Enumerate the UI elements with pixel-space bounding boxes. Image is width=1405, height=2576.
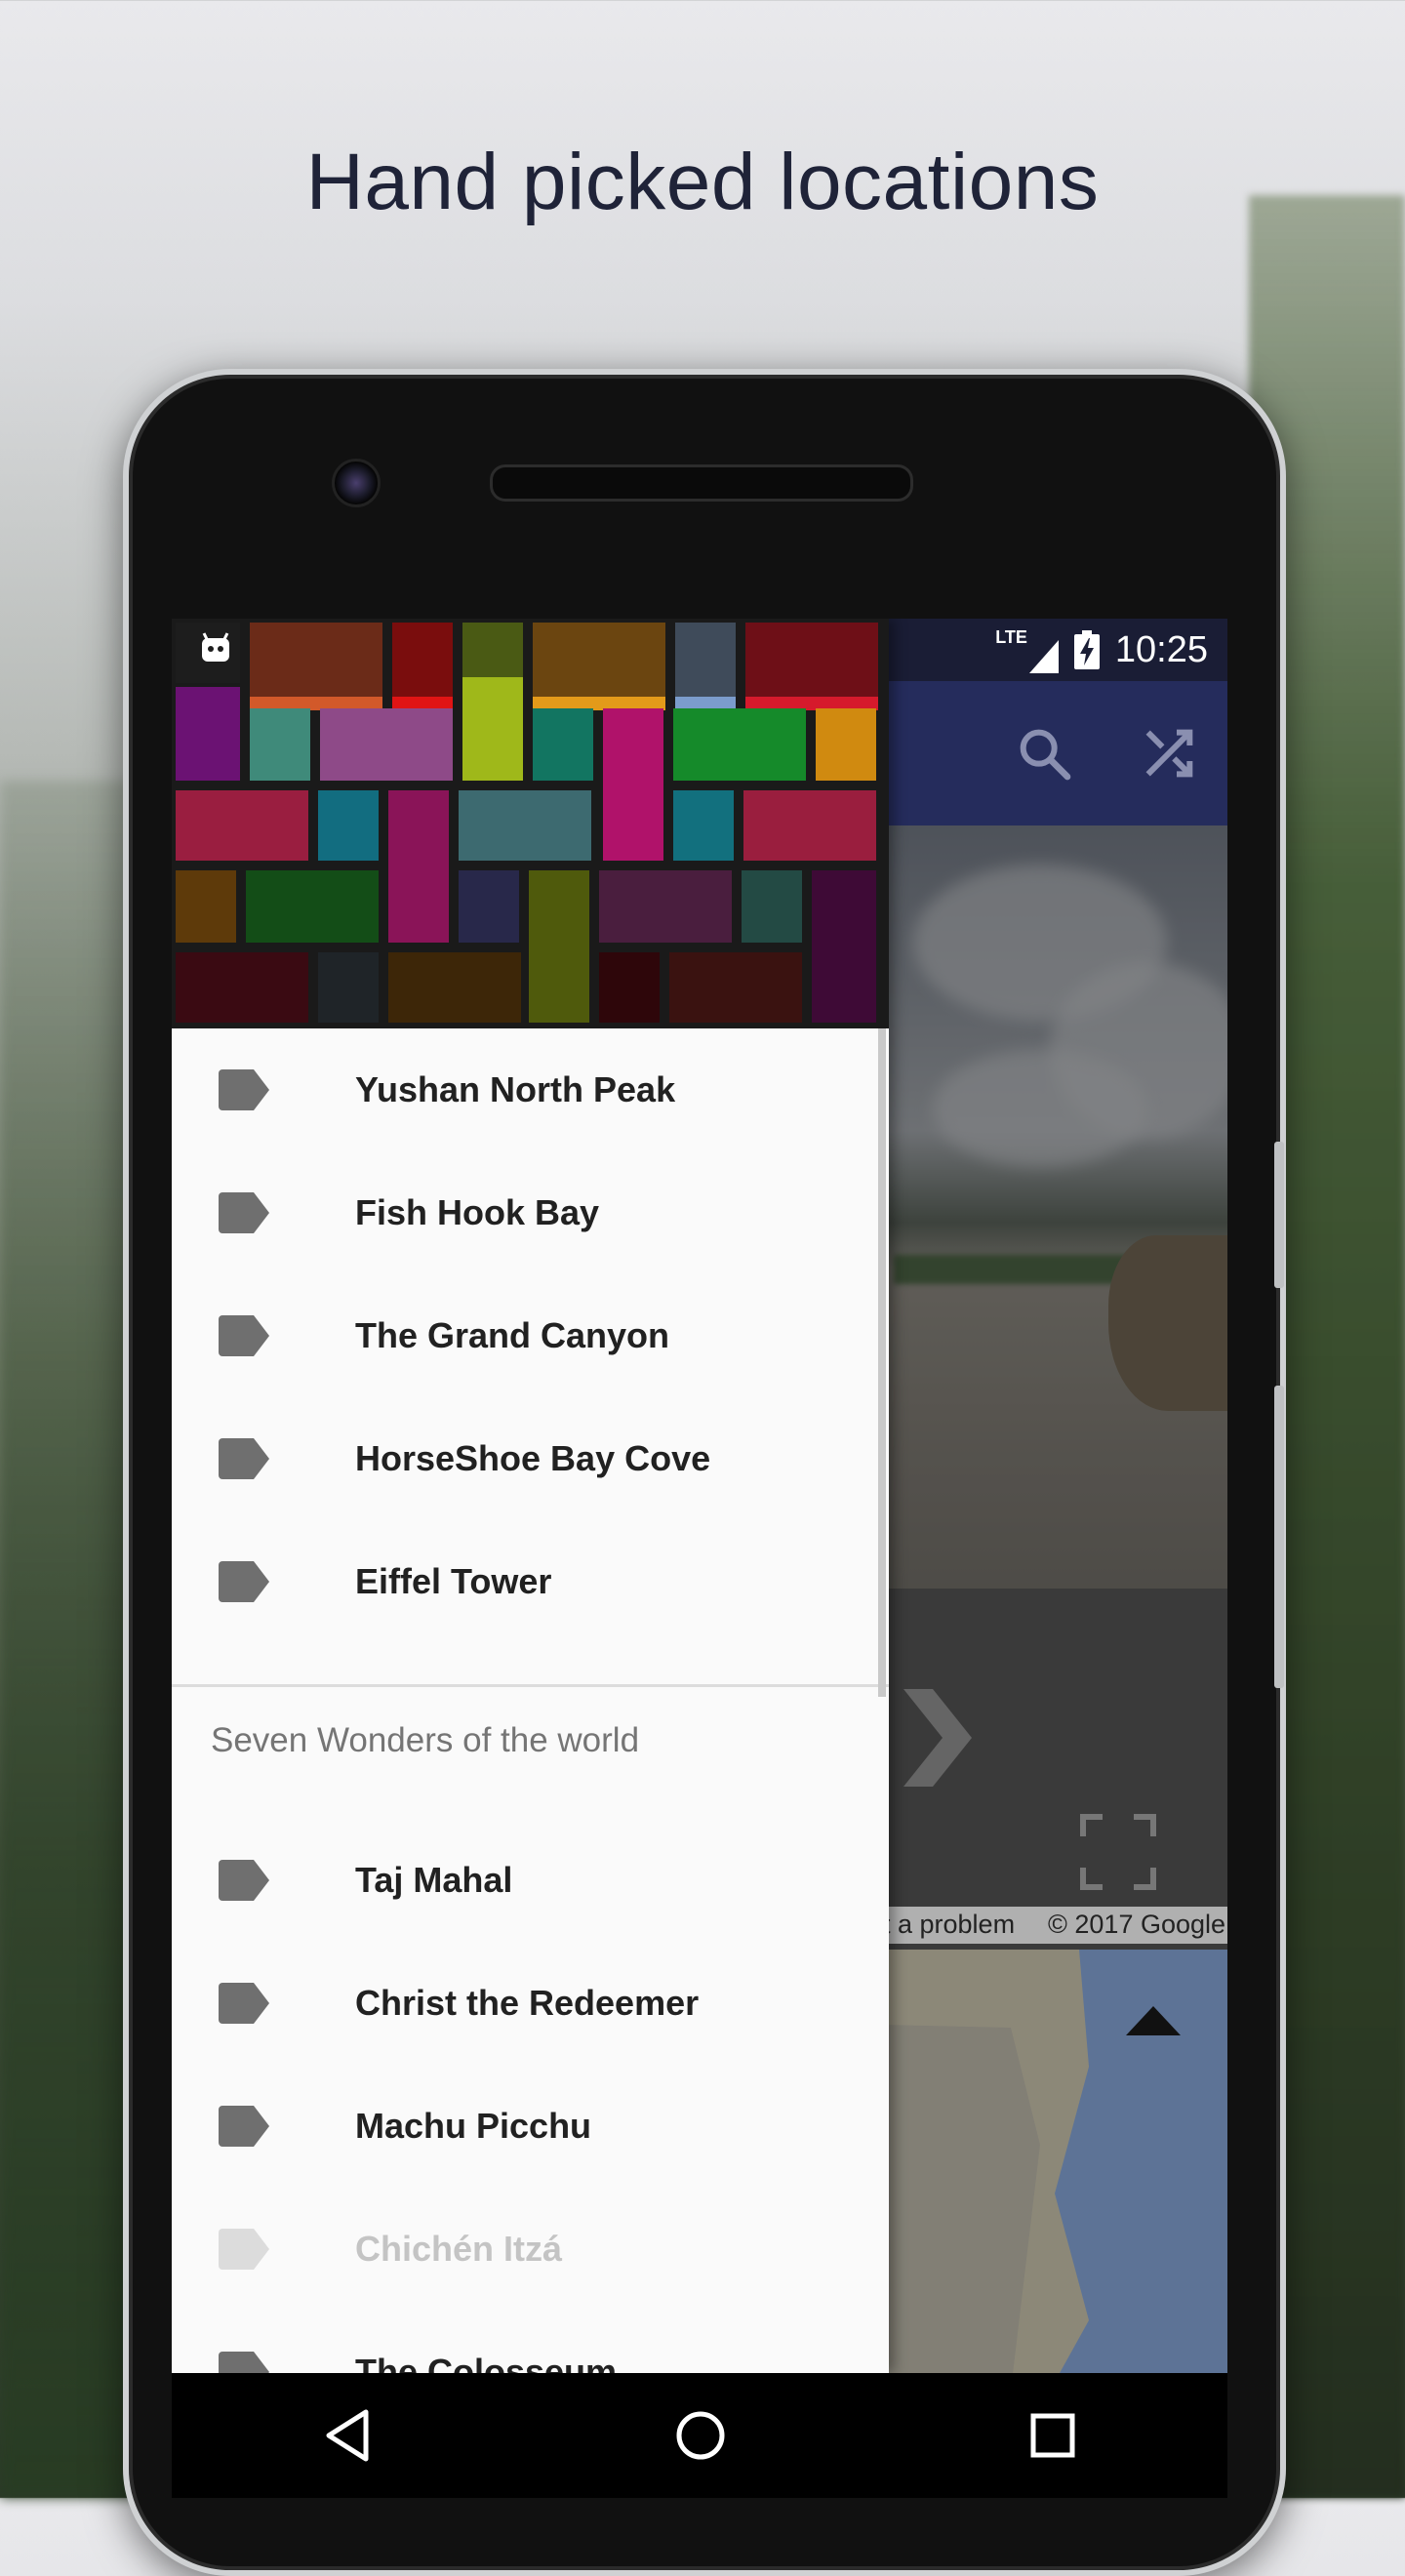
drawer-item-chichen-itza[interactable]: Chichén Itzá [172, 2188, 889, 2311]
label-tag-icon [219, 2352, 269, 2373]
search-icon[interactable] [1013, 722, 1075, 785]
back-icon[interactable] [323, 2408, 372, 2463]
phone-screen: LTE 10:25 rt a problem © 2017 Google Yus… [172, 619, 1227, 2498]
drawer-item-label: Christ the Redeemer [355, 1983, 700, 2023]
front-camera [332, 459, 381, 507]
drawer-item-fish-hook-bay[interactable]: Fish Hook Bay [172, 1151, 889, 1274]
clock: 10:25 [1114, 628, 1208, 670]
status-indicators: LTE 10:25 [995, 619, 1208, 681]
label-tag-icon [219, 1315, 269, 1356]
label-tag-icon [219, 1860, 269, 1901]
phone-volume-button [1274, 1386, 1284, 1688]
drawer-header-mosaic [172, 619, 889, 1028]
fullscreen-icon[interactable] [1079, 1813, 1157, 1891]
shuffle-icon[interactable] [1138, 722, 1200, 785]
navigation-drawer: Yushan North Peak Fish Hook Bay The Gran… [172, 619, 889, 2373]
label-tag-icon [219, 1983, 269, 2024]
drawer-item-label: Fish Hook Bay [355, 1192, 600, 1232]
label-tag-icon [219, 1561, 269, 1602]
drawer-item-grand-canyon[interactable]: The Grand Canyon [172, 1274, 889, 1397]
label-tag-icon [219, 1192, 269, 1233]
label-tag-icon [219, 2229, 269, 2270]
report-problem-link[interactable]: rt a problem [874, 1910, 1015, 1940]
drawer-item-yushan-north-peak[interactable]: Yushan North Peak [172, 1028, 889, 1151]
battery-charging-icon [1073, 630, 1100, 669]
drawer-item-label: Eiffel Tower [355, 1561, 552, 1601]
lte-icon: LTE [995, 627, 1059, 673]
drawer-item-machu-picchu[interactable]: Machu Picchu [172, 2065, 889, 2188]
drawer-scrollbar[interactable] [878, 1028, 886, 1697]
navigation-arrow-icon[interactable] [894, 1689, 972, 1796]
recents-icon[interactable] [1029, 2412, 1076, 2459]
copyright-text: © 2017 Google [1048, 1910, 1226, 1939]
drawer-item-christ-the-redeemer[interactable]: Christ the Redeemer [172, 1942, 889, 2065]
drawer-item-label: Taj Mahal [355, 1860, 513, 1900]
app-notification-icon [202, 632, 229, 662]
drawer-item-horseshoe-bay-cove[interactable]: HorseShoe Bay Cove [172, 1397, 889, 1520]
drawer-item-taj-mahal[interactable]: Taj Mahal [172, 1819, 889, 1942]
earpiece-speaker [490, 464, 913, 502]
drawer-item-colosseum[interactable]: The Colosseum [172, 2311, 889, 2373]
expand-up-icon[interactable] [1126, 2006, 1181, 2035]
label-tag-icon [219, 2106, 269, 2147]
drawer-section-header: Seven Wonders of the world [211, 1721, 640, 1759]
home-icon[interactable] [674, 2409, 727, 2462]
drawer-item-label: Chichén Itzá [355, 2229, 563, 2269]
headline: Hand picked locations [305, 138, 1100, 226]
drawer-item-label: The Grand Canyon [355, 1315, 670, 1355]
phone-side-button [1274, 1142, 1284, 1288]
drawer-item-eiffel-tower[interactable]: Eiffel Tower [172, 1520, 889, 1643]
network-type: LTE [995, 626, 1027, 647]
drawer-divider [172, 1684, 889, 1687]
label-tag-icon [219, 1438, 269, 1479]
signal-icon [1028, 639, 1059, 673]
drawer-item-label: Machu Picchu [355, 2106, 592, 2146]
drawer-item-label: HorseShoe Bay Cove [355, 1438, 711, 1478]
label-tag-icon [219, 1069, 269, 1110]
system-nav-bar [172, 2373, 1227, 2498]
drawer-item-label: The Colosseum [355, 2352, 618, 2373]
drawer-item-label: Yushan North Peak [355, 1069, 676, 1109]
